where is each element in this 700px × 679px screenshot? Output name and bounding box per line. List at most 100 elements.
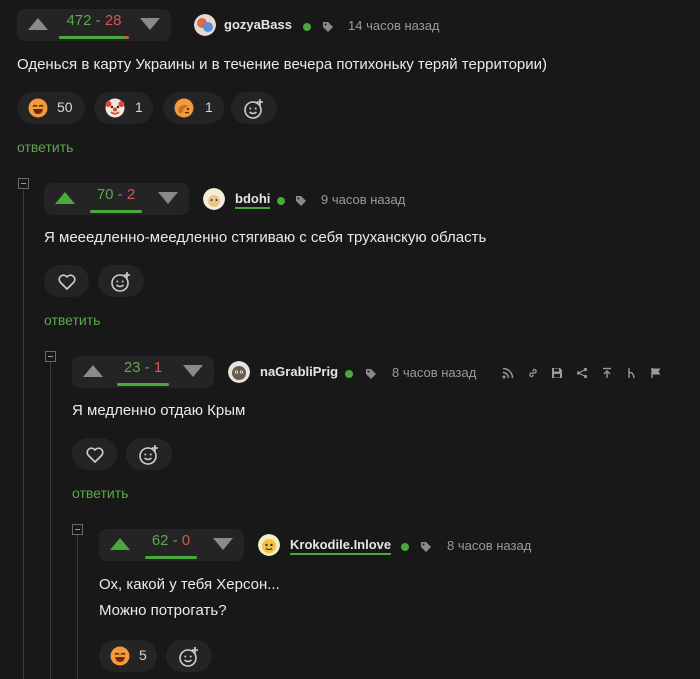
reactions-bar	[44, 265, 164, 297]
comment: 62 - 0 Krokodile.Inlove 8 часов назад Ох…	[99, 529, 697, 672]
reply-link[interactable]: ответить	[72, 485, 128, 501]
comment-header: 62 - 0 Krokodile.Inlove 8 часов назад	[99, 529, 697, 561]
rating-plus: 70	[96, 186, 114, 203]
reactions-bar: 50 1 1	[17, 92, 317, 124]
downvote-icon[interactable]	[183, 365, 203, 377]
clown-face-icon	[105, 98, 125, 118]
reactions-bar: 5	[99, 640, 249, 672]
add-reaction-button[interactable]	[166, 640, 212, 672]
downvote-icon[interactable]	[158, 192, 178, 204]
reaction-count: 50	[57, 99, 73, 115]
rating-score: 23 - 1	[112, 359, 174, 386]
reaction-button[interactable]: 1	[94, 92, 153, 124]
collapse-thread-button[interactable]	[72, 524, 83, 535]
laughing-face-icon	[110, 646, 130, 666]
save-icon[interactable]	[551, 367, 563, 379]
online-status-icon	[277, 197, 285, 205]
heart-icon	[58, 274, 76, 290]
reaction-count: 5	[139, 647, 147, 663]
online-status-icon	[401, 543, 409, 551]
tag-icon[interactable]	[322, 21, 334, 33]
link-icon[interactable]	[527, 367, 539, 379]
rating-score: 62 - 0	[140, 532, 202, 559]
comment-text-line: Я медленно отдаю Крым	[72, 402, 246, 419]
avatar[interactable]	[203, 188, 225, 210]
comment-text-line: Можно потрогать?	[99, 602, 227, 619]
comment-text-line: Оденься в карту Украины и в течение вече…	[17, 56, 548, 73]
reaction-button[interactable]: 1	[163, 92, 224, 124]
upvote-icon[interactable]	[83, 365, 103, 377]
heart-icon	[86, 447, 104, 463]
rating-minus: 28	[104, 12, 122, 29]
upvote-icon[interactable]	[55, 192, 75, 204]
comment-header: 70 - 2 bdohi 9 часов назад	[44, 183, 694, 215]
comment-text: Оденься в карту Украины и в течение вече…	[17, 52, 547, 78]
username[interactable]: bdohi	[235, 191, 271, 209]
comment-time: 8 часов назад	[447, 538, 532, 553]
tag-icon[interactable]	[295, 195, 307, 207]
username[interactable]: naGrabliPrig	[260, 364, 338, 379]
comment-time: 14 часов назад	[348, 18, 440, 33]
tag-icon[interactable]	[365, 368, 377, 380]
parent-comment-icon[interactable]	[626, 367, 638, 379]
laughing-face-icon	[28, 98, 48, 118]
reaction-count: 1	[205, 99, 213, 115]
reactions-bar	[72, 438, 192, 470]
comment-header: 472 - 28 gozyaBass 14 часов назад	[17, 9, 697, 41]
avatar[interactable]	[228, 361, 250, 383]
avatar[interactable]	[194, 14, 216, 36]
rss-icon[interactable]	[502, 367, 514, 379]
add-reaction-icon	[139, 445, 158, 465]
comment-text: Я медленно отдаю Крым	[72, 398, 245, 424]
comment-text-line: Ох, какой у тебя Херсон...	[99, 576, 280, 593]
upvote-icon[interactable]	[28, 18, 48, 30]
share-icon[interactable]	[576, 367, 588, 379]
comment-text: Я мееедленно-меедленно стягиваю с себя т…	[44, 225, 486, 251]
like-button[interactable]	[72, 438, 117, 470]
rating-plus: 472	[66, 12, 92, 29]
tag-icon[interactable]	[420, 541, 432, 553]
comment-header: 23 - 1 naGrabliPrig 8 часов назад	[72, 356, 698, 388]
username[interactable]: Krokodile.Inlove	[290, 537, 392, 555]
collapse-thread-button[interactable]	[18, 178, 29, 189]
username[interactable]: gozyaBass	[224, 17, 292, 32]
reply-link[interactable]: ответить	[17, 139, 73, 155]
rating-bar	[59, 36, 129, 39]
rating-minus: 0	[181, 532, 191, 549]
comment-text-line: Я мееедленно-меедленно стягиваю с себя т…	[44, 229, 487, 246]
downvote-icon[interactable]	[140, 18, 160, 30]
facepalm-face-icon	[174, 98, 194, 118]
add-reaction-icon	[244, 99, 263, 119]
add-reaction-icon	[179, 647, 198, 667]
collapse-thread-button[interactable]	[45, 351, 56, 362]
rating-bar	[117, 383, 169, 386]
reply-link[interactable]: ответить	[44, 312, 100, 328]
rating-widget: 70 - 2	[44, 183, 189, 215]
rating-plus: 62	[151, 532, 169, 549]
rating-widget: 23 - 1	[72, 356, 214, 388]
rating-widget: 62 - 0	[99, 529, 244, 561]
comment: 70 - 2 bdohi 9 часов назад Я мееедленно-…	[44, 183, 694, 328]
online-status-icon	[303, 23, 311, 31]
downvote-icon[interactable]	[213, 538, 233, 550]
upvote-icon[interactable]	[110, 538, 130, 550]
add-reaction-button[interactable]	[126, 438, 172, 470]
avatar[interactable]	[258, 534, 280, 556]
thread-line	[50, 362, 51, 679]
rating-bar	[90, 210, 142, 213]
report-flag-icon[interactable]	[650, 367, 662, 379]
reaction-button[interactable]: 50	[17, 92, 85, 124]
add-reaction-button[interactable]	[231, 92, 277, 124]
comment-text: Ох, какой у тебя Херсон... Можно потрога…	[99, 572, 280, 624]
reaction-button[interactable]: 5	[99, 640, 157, 672]
comment: 23 - 1 naGrabliPrig 8 часов назад Я медл…	[72, 356, 698, 501]
comment-time: 9 часов назад	[321, 192, 406, 207]
online-status-icon	[345, 370, 353, 378]
rating-score: 472 - 28	[59, 12, 129, 39]
add-reaction-button[interactable]	[98, 265, 144, 297]
add-reaction-icon	[111, 272, 130, 292]
rating-widget: 472 - 28	[17, 9, 171, 41]
like-button[interactable]	[44, 265, 89, 297]
thread-line	[77, 535, 78, 679]
scroll-to-top-icon[interactable]	[601, 367, 613, 379]
